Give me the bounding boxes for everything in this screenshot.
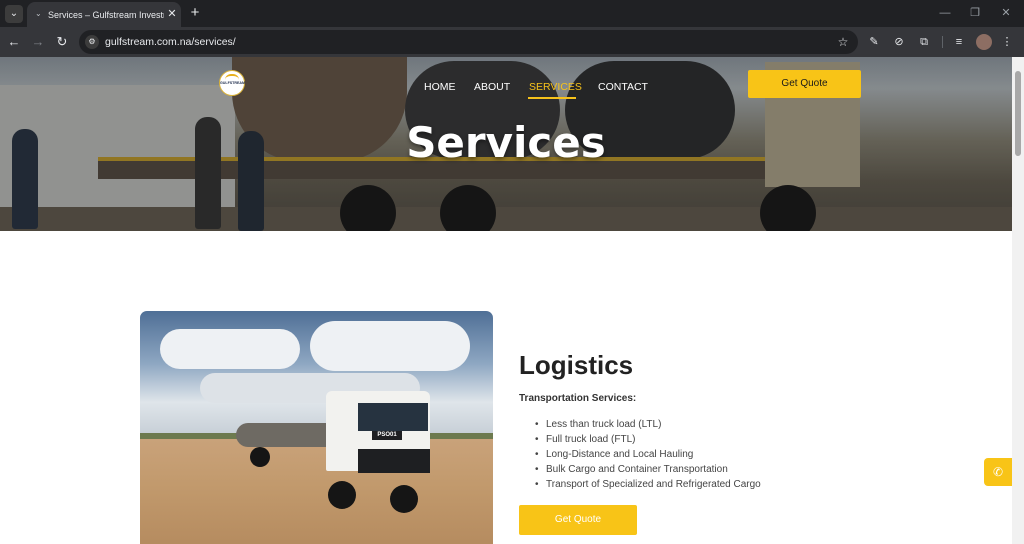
header-get-quote-button[interactable]: Get Quote bbox=[748, 70, 861, 98]
url-text[interactable]: gulfstream.com.na/services/ bbox=[105, 35, 405, 49]
site-favicon-icon: ⌄ bbox=[35, 9, 42, 18]
eyedropper-extension-icon[interactable]: ✎ bbox=[866, 34, 882, 50]
site-info-icon[interactable]: ⚙ bbox=[85, 35, 99, 49]
list-item: Full truck load (FTL) bbox=[535, 432, 855, 447]
minimize-icon[interactable]: — bbox=[933, 4, 957, 22]
list-item: Long-Distance and Local Hauling bbox=[535, 447, 855, 462]
page-scrollbar[interactable] bbox=[1012, 57, 1024, 544]
nav-active-underline bbox=[528, 97, 576, 99]
more-menu-icon[interactable]: ⋮ bbox=[999, 34, 1015, 50]
extensions-puzzle-icon[interactable]: ⧉ bbox=[916, 34, 932, 50]
phone-icon[interactable]: ✆ bbox=[984, 458, 1012, 486]
browser-toolbar: ← → ↻ ⚙ gulfstream.com.na/services/ ☆ ✎ … bbox=[0, 27, 1024, 57]
restore-icon[interactable]: ❐ bbox=[963, 4, 987, 22]
section-heading: Logistics bbox=[519, 350, 634, 380]
tab-close-icon[interactable]: ✕ bbox=[166, 7, 178, 21]
forward-icon[interactable]: → bbox=[29, 33, 47, 51]
logo-text: GULFSTREAM bbox=[220, 81, 245, 85]
site-logo[interactable]: GULFSTREAM bbox=[219, 70, 245, 96]
browser-tab-active[interactable]: ⌄ Services – Gulfstream Investments ✕ bbox=[27, 2, 181, 27]
scrollbar-thumb[interactable] bbox=[1015, 71, 1021, 156]
nav-home[interactable]: HOME bbox=[424, 79, 456, 95]
logistics-photo: PSO01 bbox=[140, 311, 493, 544]
reading-list-icon[interactable]: ≡ bbox=[951, 34, 967, 50]
tab-title: Services – Gulfstream Investments bbox=[48, 10, 164, 20]
toolbar-divider bbox=[942, 36, 943, 48]
star-icon[interactable]: ☆ bbox=[835, 34, 851, 50]
photo-ground bbox=[140, 439, 493, 544]
back-icon[interactable]: ← bbox=[5, 33, 23, 51]
page-viewport: GULFSTREAM HOME ABOUT SERVICES CONTACT G… bbox=[0, 57, 1012, 544]
tab-search-icon[interactable]: ⌄ bbox=[5, 5, 23, 23]
photo-wheel bbox=[328, 481, 356, 509]
nav-services[interactable]: SERVICES bbox=[529, 79, 582, 95]
logistics-get-quote-button[interactable]: Get Quote bbox=[519, 505, 637, 535]
photo-wheel bbox=[390, 485, 418, 513]
photo-truck-window bbox=[358, 403, 428, 431]
profile-avatar[interactable] bbox=[976, 34, 992, 50]
photo-cloud bbox=[160, 329, 300, 369]
address-bar[interactable]: ⚙ gulfstream.com.na/services/ ☆ bbox=[79, 30, 858, 54]
list-item: Bulk Cargo and Container Transportation bbox=[535, 462, 855, 477]
section-subheading: Transportation Services: bbox=[519, 393, 637, 404]
new-tab-icon[interactable]: + bbox=[187, 5, 203, 21]
reload-icon[interactable]: ↻ bbox=[53, 33, 71, 51]
photo-truck-plate: PSO01 bbox=[372, 431, 402, 440]
photo-wheel bbox=[250, 447, 270, 467]
blocked-extension-icon[interactable]: ⊘ bbox=[891, 34, 907, 50]
window-close-icon[interactable]: ✕ bbox=[994, 4, 1018, 22]
hero-banner: GULFSTREAM HOME ABOUT SERVICES CONTACT G… bbox=[0, 57, 1012, 231]
browser-tab-strip: ⌄ ⌄ Services – Gulfstream Investments ✕ … bbox=[0, 0, 1024, 27]
list-item: Transport of Specialized and Refrigerate… bbox=[535, 477, 855, 492]
photo-truck-grille bbox=[358, 449, 430, 473]
nav-contact[interactable]: CONTACT bbox=[598, 79, 648, 95]
list-item: Less than truck load (LTL) bbox=[535, 417, 855, 432]
page-title: Services bbox=[406, 118, 606, 167]
nav-about[interactable]: ABOUT bbox=[474, 79, 510, 95]
photo-cloud bbox=[310, 321, 470, 371]
service-list: Less than truck load (LTL) Full truck lo… bbox=[535, 417, 855, 492]
